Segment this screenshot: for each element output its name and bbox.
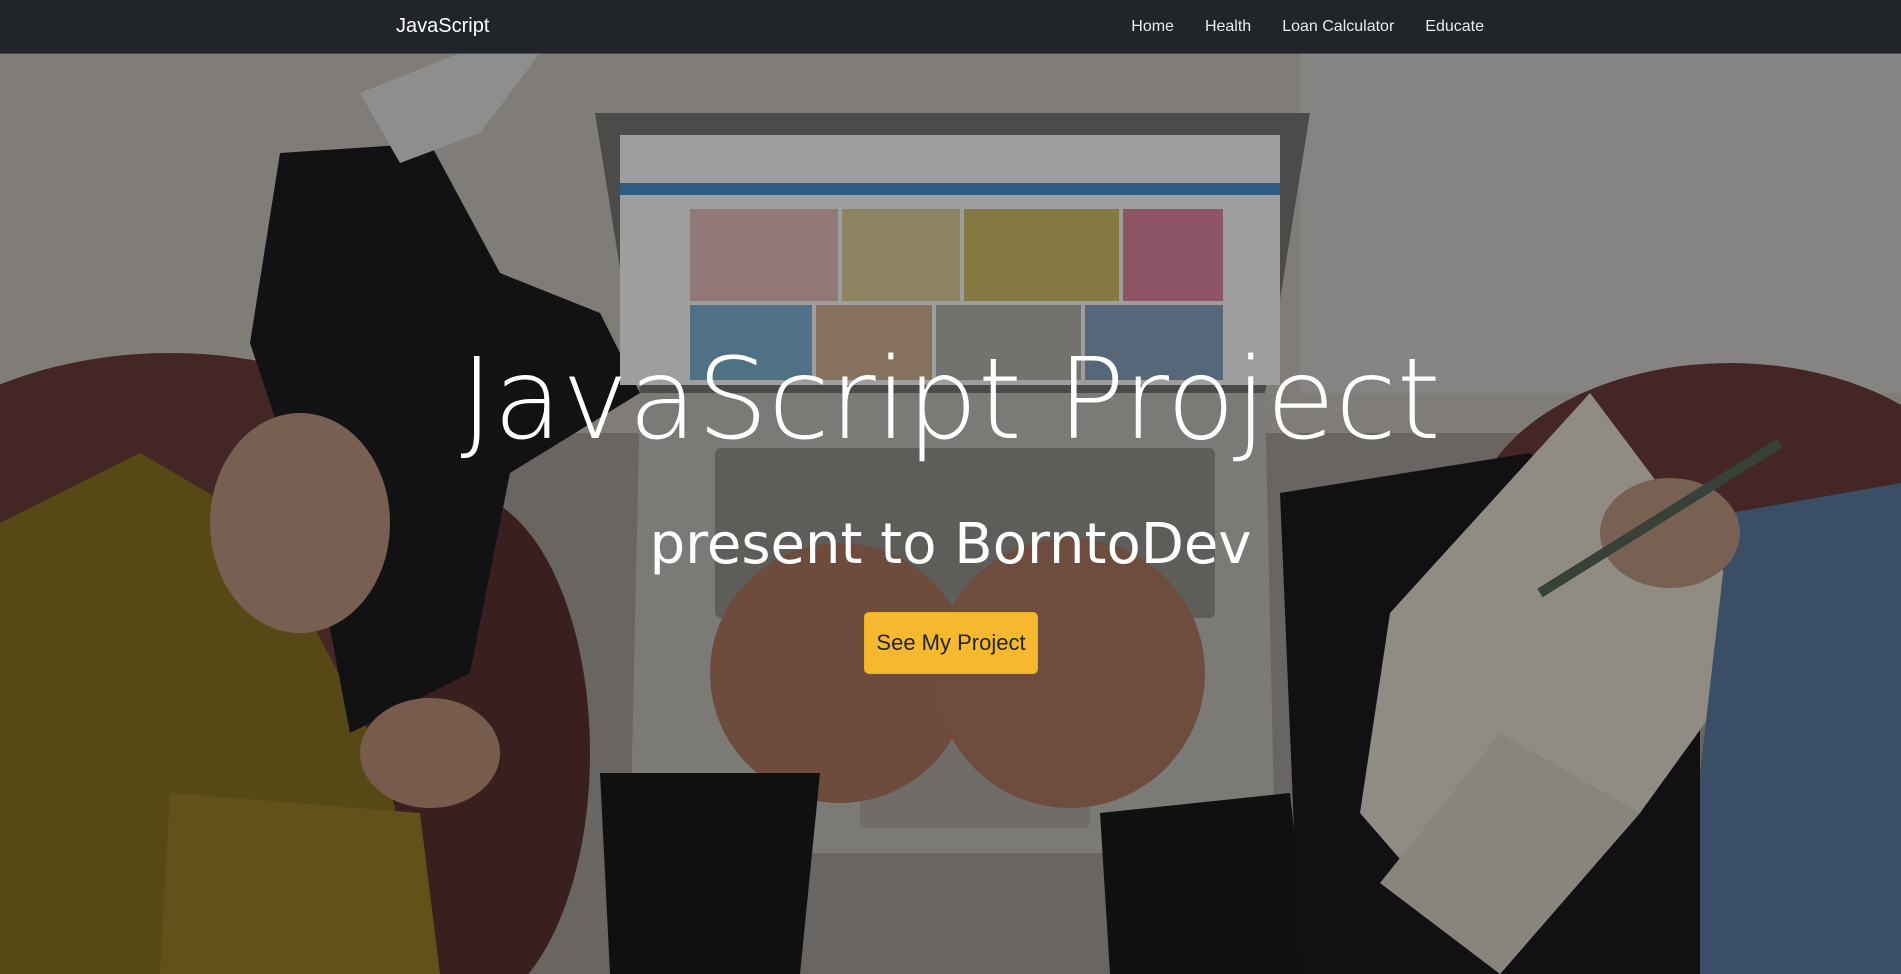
see-my-project-button[interactable]: See My Project <box>864 612 1038 674</box>
hero-title: JavaScript Project <box>460 335 1441 465</box>
nav-links: Home Health Loan Calculator Educate <box>1116 0 1484 53</box>
nav-link-loan-calculator[interactable]: Loan Calculator <box>1267 0 1410 53</box>
nav-link-health[interactable]: Health <box>1189 0 1266 53</box>
nav-link-educate[interactable]: Educate <box>1410 0 1484 53</box>
nav-link-home[interactable]: Home <box>1116 0 1190 53</box>
hero-section: JavaScript Project present to BorntoDev … <box>0 53 1901 974</box>
hero-subtitle: present to BorntoDev <box>649 512 1252 577</box>
top-navbar: JavaScript Home Health Loan Calculator E… <box>0 0 1901 53</box>
brand-link[interactable]: JavaScript <box>396 13 489 39</box>
hero-content: JavaScript Project present to BorntoDev … <box>0 53 1901 974</box>
